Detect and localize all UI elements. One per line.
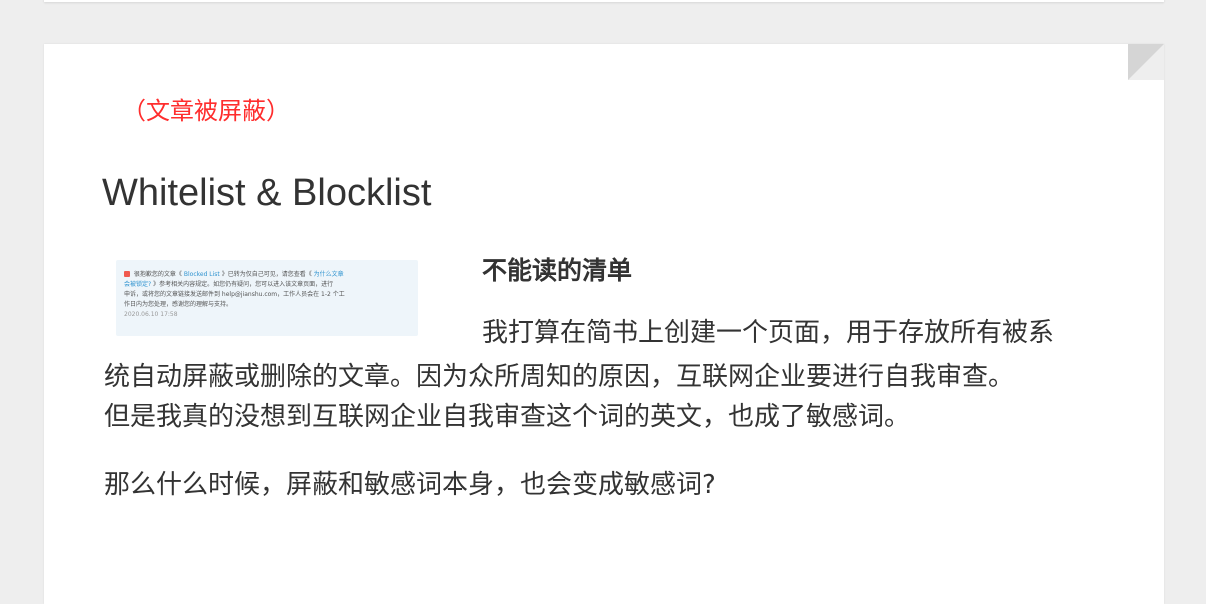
- notice-text-1: 很抱歉您的文章《: [133, 271, 182, 278]
- notice-line-4: 作日内为您处理，感谢您的理解与支持。: [124, 301, 233, 308]
- article-title: Whitelist & Blocklist: [102, 172, 432, 214]
- paragraph-1-line-3: 但是我真的没想到互联网企业自我审查这个词的英文，也成了敏感词。: [104, 402, 911, 432]
- blocked-notice-image: 很抱歉您的文章《 Blocked List 》已转为仅自己可见，请您查看《 为什…: [116, 260, 418, 336]
- article-card: （文章被屏蔽） Whitelist & Blocklist 很抱歉您的文章《 B…: [44, 44, 1164, 604]
- why-locked-link[interactable]: 为什么文章: [314, 271, 344, 278]
- notice-line-2: 会被锁定? 》参考相关内容规定。如您仍有疑问，您可以进入该文章页面，进行: [124, 280, 410, 290]
- previous-card: [44, 0, 1164, 2]
- blocked-status-note: （文章被屏蔽）: [122, 97, 290, 125]
- paragraph-1-line-1: 我打算在简书上创建一个页面，用于存放所有被系: [482, 318, 1055, 348]
- paragraph-2: 那么什么时候，屏蔽和敏感词本身，也会变成敏感词?: [104, 470, 716, 500]
- warning-icon: [124, 271, 130, 277]
- notice-line-3: 申诉，或将您的文章链接发送邮件到 help@jianshu.com，工作人员会在…: [124, 291, 345, 298]
- notice-line-1: 很抱歉您的文章《 Blocked List 》已转为仅自己可见，请您查看《 为什…: [124, 270, 410, 280]
- blocked-list-link[interactable]: Blocked List: [184, 271, 220, 278]
- why-locked-link-continued[interactable]: 会被锁定?: [124, 281, 151, 288]
- notice-text-1b: 》已转为仅自己可见，请您查看《: [221, 271, 312, 278]
- page-fold-decoration: [1128, 44, 1164, 80]
- paragraph-1-line-2: 统自动屏蔽或删除的文章。因为众所周知的原因，互联网企业要进行自我审查。: [104, 362, 1015, 392]
- notice-date: 2020.06.10 17:58: [124, 311, 178, 318]
- notice-text-2: 》参考相关内容规定。如您仍有疑问，您可以进入该文章页面，进行: [153, 281, 334, 288]
- section-heading: 不能读的清单: [482, 256, 633, 285]
